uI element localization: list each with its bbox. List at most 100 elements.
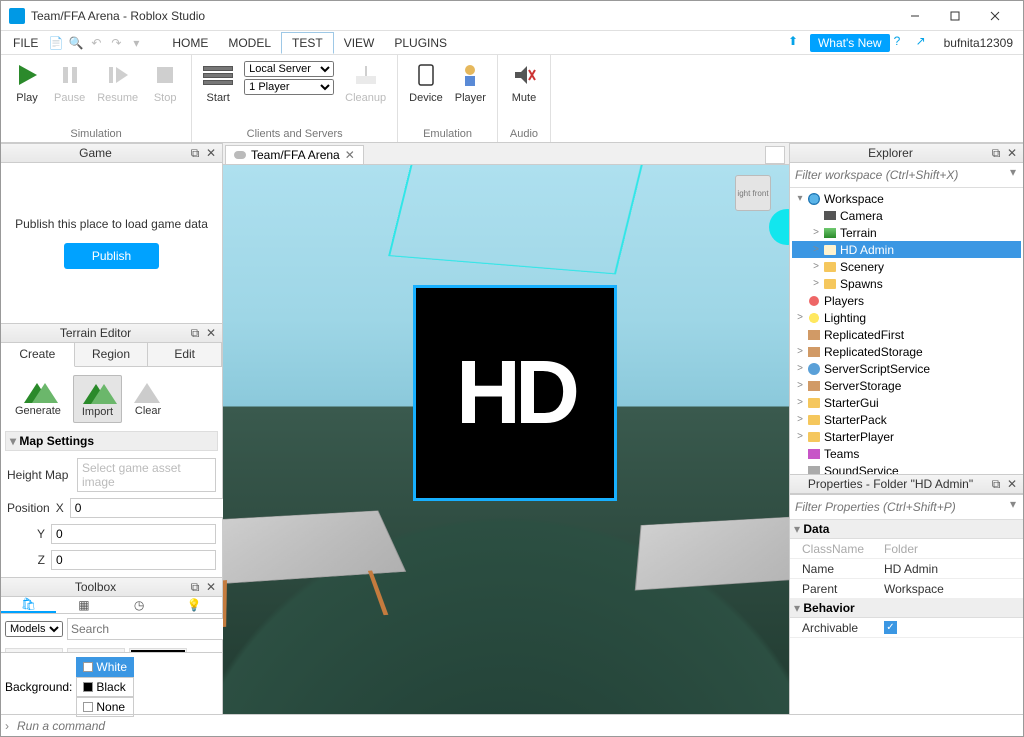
username-label[interactable]: bufnita12309 bbox=[938, 36, 1019, 50]
viewport-tab-title: Team/FFA Arena bbox=[251, 148, 340, 162]
explorer-filter-input[interactable] bbox=[792, 165, 1005, 185]
panel-close-icon[interactable]: ✕ bbox=[204, 326, 218, 340]
tree-node-starterplayer[interactable]: >StarterPlayer bbox=[792, 428, 1021, 445]
properties-filter-input[interactable] bbox=[792, 497, 1005, 517]
device-button[interactable]: Device bbox=[404, 57, 448, 107]
qa-redo-icon[interactable]: ↷ bbox=[107, 34, 125, 52]
upgrade-icon[interactable]: ⬆ bbox=[788, 34, 806, 52]
help-icon[interactable]: ? bbox=[894, 34, 912, 52]
tree-node-soundservice[interactable]: SoundService bbox=[792, 462, 1021, 474]
position-z-input[interactable] bbox=[51, 550, 216, 570]
ribbon-tab-plugins[interactable]: PLUGINS bbox=[384, 33, 457, 53]
close-button[interactable] bbox=[975, 1, 1015, 31]
tree-node-startergui[interactable]: >StarterGui bbox=[792, 394, 1021, 411]
panel-close-icon[interactable]: ✕ bbox=[1005, 146, 1019, 160]
play-button[interactable]: Play bbox=[7, 57, 47, 107]
tree-node-spawns[interactable]: >Spawns bbox=[792, 275, 1021, 292]
panel-close-icon[interactable]: ✕ bbox=[1005, 477, 1019, 491]
3d-viewport[interactable]: HD ight front bbox=[223, 165, 789, 714]
ribbon-tab-view[interactable]: VIEW bbox=[334, 33, 385, 53]
toolbox-item[interactable] bbox=[5, 648, 63, 652]
panel-close-icon[interactable]: ✕ bbox=[204, 580, 218, 594]
maximize-button[interactable] bbox=[935, 1, 975, 31]
viewport-layout-toggle[interactable] bbox=[765, 146, 785, 164]
tree-node-starterpack[interactable]: >StarterPack bbox=[792, 411, 1021, 428]
close-tab-icon[interactable]: ✕ bbox=[345, 148, 355, 162]
share-icon[interactable]: ↗ bbox=[916, 34, 934, 52]
terrain-tab-create[interactable]: Create bbox=[1, 343, 75, 367]
toolbox-category-select[interactable]: Models bbox=[5, 621, 63, 637]
lightbulb-icon: 💡 bbox=[187, 598, 202, 612]
audio-group-label: Audio bbox=[504, 127, 544, 141]
prop-group-data[interactable]: Data bbox=[790, 520, 1023, 539]
terrain-tab-edit[interactable]: Edit bbox=[148, 343, 222, 366]
filter-dropdown-icon[interactable]: ▾ bbox=[1005, 165, 1021, 185]
qa-save-icon[interactable]: 📄 bbox=[47, 34, 65, 52]
toolbox-tab-marketplace[interactable]: 🛍 bbox=[1, 597, 56, 613]
tree-node-players[interactable]: Players bbox=[792, 292, 1021, 309]
command-input[interactable] bbox=[17, 719, 1019, 733]
panel-undock-icon[interactable]: ⧉ bbox=[989, 146, 1003, 160]
hd-billboard[interactable]: HD bbox=[413, 285, 617, 501]
tree-node-hd-admin[interactable]: >HD Admin bbox=[792, 241, 1021, 258]
player-button[interactable]: Player bbox=[450, 57, 491, 107]
toolbox-tab-inventory[interactable]: ▦ bbox=[56, 597, 111, 613]
prop-group-behavior[interactable]: Behavior bbox=[790, 599, 1023, 618]
tree-node-terrain[interactable]: >Terrain bbox=[792, 224, 1021, 241]
qa-dropdown-icon[interactable]: ▾ bbox=[127, 34, 145, 52]
panel-undock-icon[interactable]: ⧉ bbox=[188, 580, 202, 594]
command-bar: › bbox=[1, 714, 1023, 736]
position-y-input[interactable] bbox=[51, 524, 216, 544]
panel-undock-icon[interactable]: ⧉ bbox=[188, 146, 202, 160]
position-x-input[interactable] bbox=[70, 498, 235, 518]
prop-row-parent[interactable]: ParentWorkspace bbox=[790, 579, 1023, 599]
toolbox-item[interactable] bbox=[67, 648, 125, 652]
toolbox-tab-recent[interactable]: ◷ bbox=[112, 597, 167, 613]
tree-node-replicatedfirst[interactable]: ReplicatedFirst bbox=[792, 326, 1021, 343]
tree-node-scenery[interactable]: >Scenery bbox=[792, 258, 1021, 275]
tree-node-serverscriptservice[interactable]: >ServerScriptService bbox=[792, 360, 1021, 377]
ribbon-tab-home[interactable]: HOME bbox=[162, 33, 218, 53]
filter-dropdown-icon[interactable]: ▾ bbox=[1005, 497, 1021, 517]
orientation-cube[interactable]: ight front bbox=[735, 175, 771, 211]
panel-undock-icon[interactable]: ⧉ bbox=[188, 326, 202, 340]
tree-node-serverstorage[interactable]: >ServerStorage bbox=[792, 377, 1021, 394]
qa-undo-icon[interactable]: ↶ bbox=[87, 34, 105, 52]
cloud-icon bbox=[234, 151, 246, 159]
heightmap-input[interactable]: Select game asset image bbox=[77, 458, 216, 492]
bg-option-white[interactable]: White bbox=[76, 657, 134, 677]
minimize-button[interactable] bbox=[895, 1, 935, 31]
toolbox-tab-creations[interactable]: 💡 bbox=[167, 597, 222, 613]
panel-close-icon[interactable]: ✕ bbox=[204, 146, 218, 160]
tree-node-workspace[interactable]: ▾Workspace bbox=[792, 190, 1021, 207]
prop-row-archivable[interactable]: Archivable✓ bbox=[790, 618, 1023, 638]
start-button[interactable]: Start bbox=[198, 57, 238, 107]
ribbon-tab-model[interactable]: MODEL bbox=[218, 33, 281, 53]
tree-node-lighting[interactable]: >Lighting bbox=[792, 309, 1021, 326]
publish-button[interactable]: Publish bbox=[64, 243, 159, 269]
explorer-tree[interactable]: ▾WorkspaceCamera>Terrain>HD Admin>Scener… bbox=[790, 188, 1023, 474]
mute-button[interactable]: Mute bbox=[504, 57, 544, 107]
server-mode-select[interactable]: Local Server bbox=[244, 61, 334, 77]
terrain-import-button[interactable]: Import bbox=[73, 375, 122, 423]
toolbox-item[interactable]: HD bbox=[129, 648, 187, 652]
ribbon-tab-test[interactable]: TEST bbox=[281, 32, 334, 54]
terrain-clear-button[interactable]: Clear bbox=[126, 375, 170, 423]
ribbon: Play Pause Resume Stop Simulation Start … bbox=[1, 55, 1023, 143]
whats-new-button[interactable]: What's New bbox=[810, 34, 890, 52]
tree-node-replicatedstorage[interactable]: >ReplicatedStorage bbox=[792, 343, 1021, 360]
tree-node-teams[interactable]: Teams bbox=[792, 445, 1021, 462]
panel-undock-icon[interactable]: ⧉ bbox=[989, 477, 1003, 491]
properties-panel-title: Properties - Folder "HD Admin" ⧉ ✕ bbox=[790, 474, 1023, 494]
tree-node-camera[interactable]: Camera bbox=[792, 207, 1021, 224]
viewport-tab[interactable]: Team/FFA Arena ✕ bbox=[225, 145, 364, 164]
terrain-tab-region[interactable]: Region bbox=[75, 343, 149, 366]
background-label: Background: bbox=[5, 680, 72, 694]
players-select[interactable]: 1 Player bbox=[244, 79, 334, 95]
terrain-generate-button[interactable]: Generate bbox=[7, 375, 69, 423]
bg-option-black[interactable]: Black bbox=[76, 677, 134, 697]
prop-row-name[interactable]: NameHD Admin bbox=[790, 559, 1023, 579]
file-menu[interactable]: FILE bbox=[5, 34, 46, 52]
map-settings-header[interactable]: Map Settings bbox=[5, 431, 218, 451]
toolbox-search-input[interactable] bbox=[67, 618, 230, 640]
